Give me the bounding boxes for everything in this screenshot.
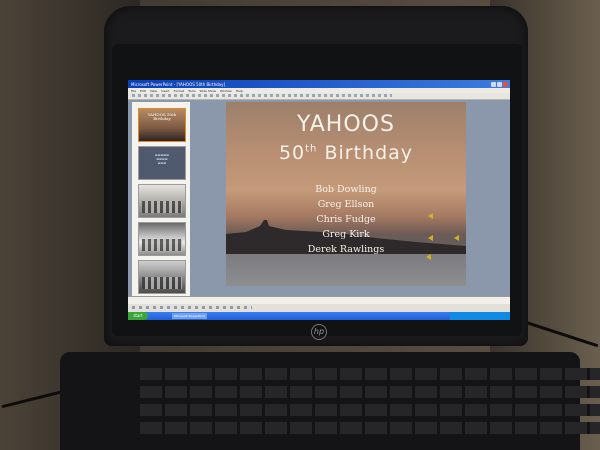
menu-format[interactable]: Format [174,89,185,93]
slide-subtitle[interactable]: 50th Birthday [226,142,466,164]
slide-thumbnail-5[interactable]: 5 [138,260,186,294]
name-item: Bob Dowling [315,184,377,195]
sound-icon[interactable] [428,213,433,219]
formatting-toolbar[interactable] [128,93,510,100]
window-title-bar[interactable]: Microsoft PowerPoint - [YAHOOS 50th Birt… [128,80,510,88]
drawing-toolbar[interactable] [128,304,510,312]
slide-thumbnail-pane: 1 YAHOOS 50th Birthday 2 ▬▬▬▬▬▬▬▬▬▬▬▬ 3 … [132,102,190,296]
slide-thumbnail-3[interactable]: 3 [138,184,186,218]
group-photo-image [142,239,182,251]
thumbnail-title: YAHOOS 50th Birthday [147,112,177,121]
key-row [140,386,600,398]
editor-workspace: 1 YAHOOS 50th Birthday 2 ▬▬▬▬▬▬▬▬▬▬▬▬ 3 … [128,100,510,296]
close-button[interactable] [503,81,508,87]
menu-view[interactable]: View [150,89,157,93]
subtitle-number: 50 [278,142,306,164]
hp-logo: hp [311,324,327,340]
thumbnail-text-block: ▬▬▬▬▬ ▬▬▬▬ ▬▬▬ [154,153,170,165]
group-photo-image [142,277,182,289]
name-item: Greg Ellson [317,199,375,210]
start-button[interactable]: start [128,312,148,320]
window-title: Microsoft PowerPoint - [YAHOOS 50th Birt… [131,81,226,87]
key-row [140,422,600,434]
keyboard [60,352,600,450]
subtitle-ordinal: th [305,143,318,155]
sound-icon[interactable] [426,254,431,260]
names-list[interactable]: Bob Dowling Greg Ellson Chris Fudge Greg… [226,182,466,257]
laptop-screen: Microsoft PowerPoint - [YAHOOS 50th Birt… [128,80,510,320]
key-row [140,368,600,380]
menu-file[interactable]: File [131,89,136,93]
menu-window[interactable]: Window [220,89,232,93]
group-photo-image [142,201,182,213]
subtitle-word: Birthday [324,142,414,164]
menu-help[interactable]: Help [236,89,243,93]
slide-thumbnail-4[interactable]: 4 [138,222,186,256]
sound-icon[interactable] [428,235,433,241]
minimize-button[interactable] [491,81,496,87]
slide-thumbnail-1[interactable]: 1 YAHOOS 50th Birthday [138,108,186,142]
slide-thumbnail-2[interactable]: 2 ▬▬▬▬▬▬▬▬▬▬▬▬ [138,146,186,180]
menu-tools[interactable]: Tools [188,89,195,93]
current-slide[interactable]: YAHOOS 50th Birthday Bob Dowling Greg El… [226,102,466,286]
windows-taskbar: start Microsoft PowerPoint [128,312,510,320]
menu-edit[interactable]: Edit [140,89,146,93]
sound-icon[interactable] [454,235,459,241]
window-controls [491,81,510,87]
menu-slide-show[interactable]: Slide Show [200,89,216,93]
menu-insert[interactable]: Insert [161,89,170,93]
slide-title[interactable]: YAHOOS [226,112,466,137]
taskbar-item-powerpoint[interactable]: Microsoft PowerPoint [172,313,208,319]
maximize-button[interactable] [497,81,502,87]
key-row [140,404,600,416]
system-tray[interactable] [450,312,510,320]
